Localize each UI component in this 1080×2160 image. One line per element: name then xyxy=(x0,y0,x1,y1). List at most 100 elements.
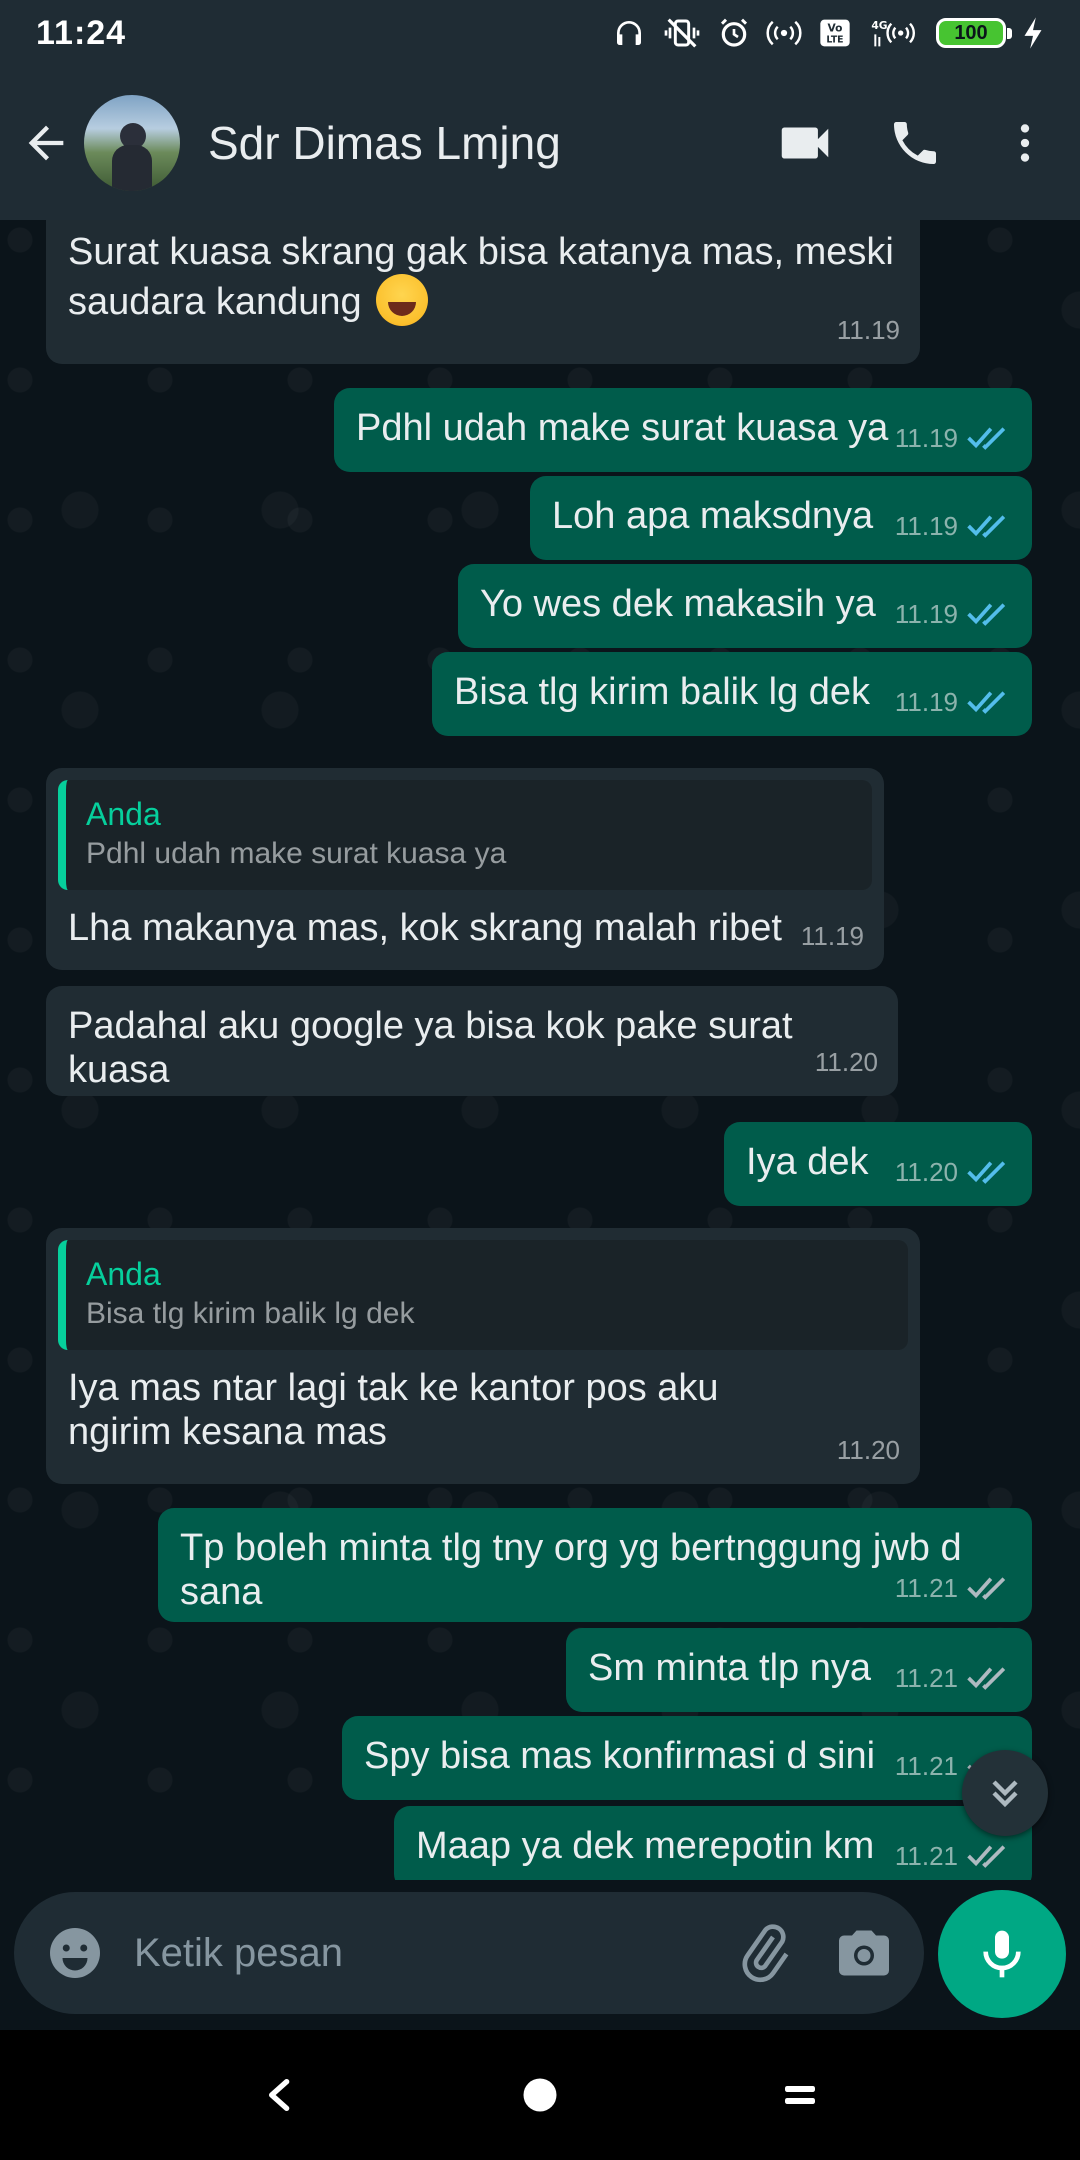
message-time: 11.20 xyxy=(814,1047,878,1077)
status-icons: Vo LTE 4G 100 xyxy=(612,16,1044,50)
avatar[interactable] xyxy=(84,95,180,191)
svg-text:4G: 4G xyxy=(871,19,887,32)
message-text: Maap ya dek merepotin km xyxy=(416,1825,875,1867)
header-actions xyxy=(750,88,1080,198)
message-time: 11.19 xyxy=(894,599,958,629)
message-meta: 11.21 xyxy=(895,1834,1012,1878)
quote-text: Pdhl udah make surat kuasa ya xyxy=(86,837,507,870)
read-receipt-icon xyxy=(966,425,1012,451)
charging-icon xyxy=(1022,16,1044,50)
message-text: Bisa tlg kirim balik lg dek xyxy=(454,671,871,713)
message-outgoing[interactable]: Loh apa maksdnya 11.19 xyxy=(530,476,1032,560)
voice-message-button[interactable] xyxy=(938,1890,1066,2018)
chat-area[interactable]: Surat kuasa skrang gak bisa katanya mas,… xyxy=(0,220,1080,1880)
attach-button[interactable] xyxy=(714,1898,814,2008)
message-meta: 11.19 xyxy=(895,504,1012,548)
message-time: 11.19 xyxy=(894,423,958,453)
message-outgoing[interactable]: Pdhl udah make surat kuasa ya 11.19 xyxy=(334,388,1032,472)
contact-name[interactable]: Sdr Dimas Lmjng xyxy=(208,116,561,170)
message-time: 11.19 xyxy=(894,687,958,717)
camera-button[interactable] xyxy=(814,1898,914,2008)
read-receipt-icon xyxy=(966,601,1012,627)
message-text: Surat kuasa skrang gak bisa katanya mas,… xyxy=(68,231,894,323)
quote-author: Anda xyxy=(86,796,161,832)
svg-text:Vo: Vo xyxy=(828,22,843,35)
more-vert-icon xyxy=(1020,124,1030,162)
system-navigation-bar xyxy=(0,2030,1080,2160)
message-meta: 11.21 xyxy=(895,1566,1012,1610)
more-options-button[interactable] xyxy=(970,88,1080,198)
message-incoming-reply[interactable]: Anda Bisa tlg kirim balik lg dek Iya mas… xyxy=(46,1228,920,1484)
emoji-button[interactable] xyxy=(20,1898,130,2008)
message-meta: 11.19 xyxy=(895,592,1012,636)
vibrate-off-icon xyxy=(662,17,702,49)
composer: Ketik pesan xyxy=(0,1880,1080,2030)
message-outgoing[interactable]: Sm minta tlp nya 11.21 xyxy=(566,1628,1032,1712)
message-input[interactable]: Ketik pesan xyxy=(134,1931,714,1976)
message-text: Iya dek xyxy=(746,1141,869,1183)
message-text: Padahal aku google ya bisa kok pake sura… xyxy=(68,1005,793,1091)
message-meta: 11.19 xyxy=(895,680,1012,724)
nav-back-button[interactable] xyxy=(240,2055,320,2135)
double-chevron-down-icon xyxy=(992,1780,1018,1808)
paperclip-icon xyxy=(742,1924,789,1983)
microphone-icon xyxy=(983,1930,1021,1978)
video-call-button[interactable] xyxy=(750,88,860,198)
message-text: Sm minta tlp nya xyxy=(588,1647,871,1689)
message-input-bar[interactable]: Ketik pesan xyxy=(14,1892,924,2014)
message-text: Spy bisa mas konfirmasi d sini xyxy=(364,1735,876,1777)
laughing-emoji-icon xyxy=(376,274,429,326)
video-call-icon xyxy=(781,127,829,159)
camera-icon xyxy=(839,1930,889,1976)
nav-home-button[interactable] xyxy=(500,2055,580,2135)
scroll-to-bottom-button[interactable] xyxy=(962,1750,1048,1836)
message-text: Iya mas ntar lagi tak ke kantor pos aku … xyxy=(68,1367,719,1453)
message-incoming-reply[interactable]: Anda Pdhl udah make surat kuasa ya Lha m… xyxy=(46,768,884,970)
message-time: 11.21 xyxy=(894,1751,958,1781)
message-meta: 11.20 xyxy=(895,1150,1012,1194)
volte-icon: Vo LTE xyxy=(818,17,852,49)
message-time: 11.20 xyxy=(894,1157,958,1187)
status-time: 11:24 xyxy=(36,13,127,52)
nav-home-icon xyxy=(523,2078,557,2112)
read-receipt-icon xyxy=(966,689,1012,715)
read-receipt-icon xyxy=(966,1159,1012,1185)
message-time: 11.21 xyxy=(894,1663,958,1693)
nav-recents-icon xyxy=(785,2086,815,2104)
message-time: 11.21 xyxy=(894,1841,958,1871)
message-outgoing[interactable]: Iya dek 11.20 xyxy=(724,1122,1032,1206)
status-bar: 11:24 Vo LTE 4G 100 xyxy=(0,0,1080,66)
message-outgoing[interactable]: Spy bisa mas konfirmasi d sini 11.21 xyxy=(342,1716,1032,1800)
message-outgoing[interactable]: Bisa tlg kirim balik lg dek 11.19 xyxy=(432,652,1032,736)
quote-text: Bisa tlg kirim balik lg dek xyxy=(86,1297,415,1330)
voice-call-button[interactable] xyxy=(860,88,970,198)
delivered-receipt-icon xyxy=(966,1843,1012,1869)
back-button[interactable] xyxy=(8,93,84,193)
message-text: Lha makanya mas, kok skrang malah ribet xyxy=(68,907,782,949)
battery-icon: 100 xyxy=(936,18,1012,48)
message-outgoing[interactable]: Maap ya dek merepotin km 11.21 xyxy=(394,1806,1032,1880)
message-incoming[interactable]: Padahal aku google ya bisa kok pake sura… xyxy=(46,986,898,1096)
quoted-message[interactable]: Anda Bisa tlg kirim balik lg dek xyxy=(58,1240,908,1350)
message-time: 11.19 xyxy=(800,921,864,951)
hotspot-icon xyxy=(766,18,802,48)
message-time: 11.20 xyxy=(836,1435,900,1465)
quote-author: Anda xyxy=(86,1256,161,1292)
headphones-icon xyxy=(612,17,646,49)
message-incoming[interactable]: Surat kuasa skrang gak bisa katanya mas,… xyxy=(46,220,920,364)
message-time: 11.19 xyxy=(894,511,958,541)
nav-recents-button[interactable] xyxy=(760,2055,840,2135)
message-meta: 11.19 xyxy=(895,416,1012,460)
message-time: 11.21 xyxy=(894,1573,958,1603)
svg-text:LTE: LTE xyxy=(826,34,843,45)
phone-icon xyxy=(894,122,936,164)
signal-4g-icon: 4G xyxy=(868,17,920,49)
message-outgoing[interactable]: Yo wes dek makasih ya 11.19 xyxy=(458,564,1032,648)
emoji-icon xyxy=(50,1928,100,1978)
message-text: Tp boleh minta tlg tny org yg bertnggung… xyxy=(180,1527,962,1613)
alarm-icon xyxy=(718,17,750,49)
quoted-message[interactable]: Anda Pdhl udah make surat kuasa ya xyxy=(58,780,872,890)
delivered-receipt-icon xyxy=(966,1575,1012,1601)
message-text: Yo wes dek makasih ya xyxy=(480,583,876,625)
message-outgoing[interactable]: Tp boleh minta tlg tny org yg bertnggung… xyxy=(158,1508,1032,1622)
